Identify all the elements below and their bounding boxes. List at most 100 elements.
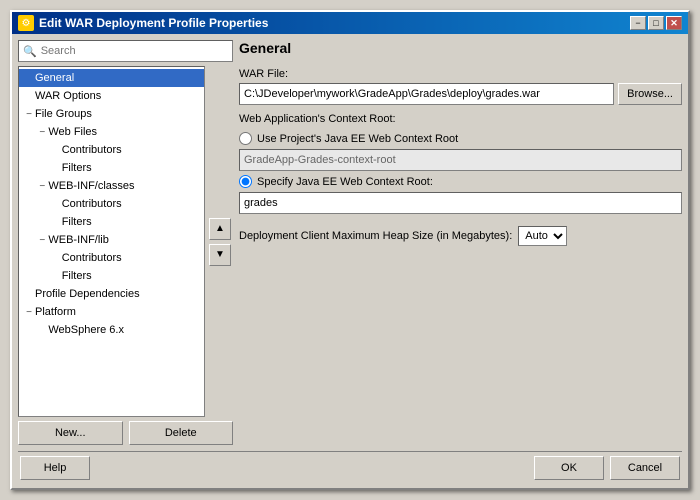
ok-button[interactable]: OK bbox=[534, 456, 604, 480]
radio-specify[interactable] bbox=[239, 175, 252, 188]
tree-indent bbox=[36, 269, 49, 283]
tree-item[interactable]: Contributors bbox=[19, 141, 204, 159]
heap-size-row: Deployment Client Maximum Heap Size (in … bbox=[239, 226, 682, 246]
tree-toggle: − bbox=[36, 235, 48, 246]
tree-indent bbox=[23, 161, 36, 175]
tree-indent bbox=[23, 323, 36, 337]
tree-item[interactable]: −Web Files bbox=[19, 123, 204, 141]
panel-with-arrows: General WAR Options−File Groups −Web Fil… bbox=[18, 66, 233, 417]
tree-item[interactable]: General bbox=[19, 69, 204, 87]
close-button[interactable]: ✕ bbox=[666, 16, 682, 30]
arrow-down-button[interactable]: ▼ bbox=[209, 244, 231, 266]
tree-item[interactable]: Contributors bbox=[19, 249, 204, 267]
tree-indent bbox=[23, 233, 36, 247]
tree-item-label: Filters bbox=[62, 216, 92, 228]
tree-item[interactable]: −WEB-INF/classes bbox=[19, 177, 204, 195]
tree-item-label: Filters bbox=[62, 162, 92, 174]
tree-item[interactable]: Profile Dependencies bbox=[19, 285, 204, 303]
tree-toggle bbox=[23, 289, 35, 300]
tree-indent bbox=[23, 125, 36, 139]
tree-indent bbox=[36, 197, 49, 211]
tree-toggle bbox=[23, 91, 35, 102]
tree-item-label: WEB-INF/classes bbox=[48, 180, 134, 192]
tree-item-label: Profile Dependencies bbox=[35, 288, 140, 300]
tree-indent bbox=[23, 143, 36, 157]
tree-indent bbox=[36, 161, 49, 175]
tree-toggle bbox=[50, 253, 62, 264]
tree-toggle bbox=[50, 199, 62, 210]
tree-item[interactable]: Contributors bbox=[19, 195, 204, 213]
tree-item[interactable]: −WEB-INF/lib bbox=[19, 231, 204, 249]
tree-item[interactable]: WAR Options bbox=[19, 87, 204, 105]
search-input[interactable] bbox=[41, 45, 228, 57]
tree-item[interactable]: Filters bbox=[19, 213, 204, 231]
title-bar-left: ⚙ Edit WAR Deployment Profile Properties bbox=[18, 15, 268, 31]
tree-toggle bbox=[36, 325, 48, 336]
minimize-button[interactable]: − bbox=[630, 16, 646, 30]
tree-item-label: Contributors bbox=[62, 198, 122, 210]
tree-toggle: − bbox=[36, 127, 48, 138]
maximize-button[interactable]: □ bbox=[648, 16, 664, 30]
tree-item-label: WebSphere 6.x bbox=[48, 324, 124, 336]
tree-item[interactable]: −Platform bbox=[19, 303, 204, 321]
title-bar: ⚙ Edit WAR Deployment Profile Properties… bbox=[12, 12, 688, 34]
tree-panel: General WAR Options−File Groups −Web Fil… bbox=[18, 66, 205, 417]
tree-indent bbox=[23, 179, 36, 193]
tree-item-label: Web Files bbox=[48, 126, 97, 138]
tree-item-label: Platform bbox=[35, 306, 76, 318]
specify-context-input[interactable] bbox=[239, 192, 682, 214]
arrow-buttons: ▲ ▼ bbox=[207, 66, 233, 417]
tree-item-label: File Groups bbox=[35, 108, 92, 120]
tree-toggle bbox=[50, 217, 62, 228]
radio-use-project[interactable] bbox=[239, 132, 252, 145]
war-file-label: WAR File: bbox=[239, 68, 682, 80]
tree-item-label: WEB-INF/lib bbox=[48, 234, 109, 246]
tree-toggle: − bbox=[23, 307, 35, 318]
tree-item[interactable]: WebSphere 6.x bbox=[19, 321, 204, 339]
right-panel: General WAR File: Browse... Web Applicat… bbox=[239, 40, 682, 445]
tree-indent bbox=[23, 197, 36, 211]
main-area: 🔍 General WAR Options−File Groups −Web F… bbox=[18, 40, 682, 445]
radio-specify-row: Specify Java EE Web Context Root: bbox=[239, 175, 682, 188]
cancel-button[interactable]: Cancel bbox=[610, 456, 680, 480]
tree-indent bbox=[23, 251, 36, 265]
footer-right-buttons: OK Cancel bbox=[534, 456, 680, 480]
tree-item-label: General bbox=[35, 72, 74, 84]
tree-indent bbox=[36, 251, 49, 265]
help-button[interactable]: Help bbox=[20, 456, 90, 480]
search-icon: 🔍 bbox=[23, 45, 37, 58]
war-file-input-row: Browse... bbox=[239, 83, 682, 105]
new-button[interactable]: New... bbox=[18, 421, 123, 445]
left-panel: 🔍 General WAR Options−File Groups −Web F… bbox=[18, 40, 233, 445]
window-title: Edit WAR Deployment Profile Properties bbox=[39, 16, 268, 30]
tree-toggle: − bbox=[36, 181, 48, 192]
radio-specify-label: Specify Java EE Web Context Root: bbox=[257, 176, 433, 188]
tree-item-label: Filters bbox=[62, 270, 92, 282]
tree-item[interactable]: Filters bbox=[19, 159, 204, 177]
readonly-context-input bbox=[239, 149, 682, 171]
tree-toggle bbox=[50, 271, 62, 282]
war-file-input[interactable] bbox=[239, 83, 614, 105]
tree-indent bbox=[36, 143, 49, 157]
tree-item[interactable]: Filters bbox=[19, 267, 204, 285]
tree-item[interactable]: −File Groups bbox=[19, 105, 204, 123]
heap-select[interactable]: Auto128256512 bbox=[518, 226, 567, 246]
browse-button[interactable]: Browse... bbox=[618, 83, 682, 105]
context-root-label: Web Application's Context Root: bbox=[239, 113, 682, 125]
tree-indent bbox=[23, 215, 36, 229]
left-bottom-buttons: New... Delete bbox=[18, 421, 233, 445]
radio-use-project-row: Use Project's Java EE Web Context Root bbox=[239, 132, 682, 145]
heap-label: Deployment Client Maximum Heap Size (in … bbox=[239, 230, 512, 242]
window-body: 🔍 General WAR Options−File Groups −Web F… bbox=[12, 34, 688, 488]
tree-toggle: − bbox=[23, 109, 35, 120]
window-icon: ⚙ bbox=[18, 15, 34, 31]
tree-toggle bbox=[23, 73, 35, 84]
title-bar-buttons: − □ ✕ bbox=[630, 16, 682, 30]
delete-button[interactable]: Delete bbox=[129, 421, 234, 445]
footer: Help OK Cancel bbox=[18, 451, 682, 482]
tree-item-label: Contributors bbox=[62, 144, 122, 156]
arrow-up-button[interactable]: ▲ bbox=[209, 218, 231, 240]
context-root-section: Web Application's Context Root: Use Proj… bbox=[239, 113, 682, 214]
main-window: ⚙ Edit WAR Deployment Profile Properties… bbox=[10, 10, 690, 490]
tree-indent bbox=[23, 269, 36, 283]
